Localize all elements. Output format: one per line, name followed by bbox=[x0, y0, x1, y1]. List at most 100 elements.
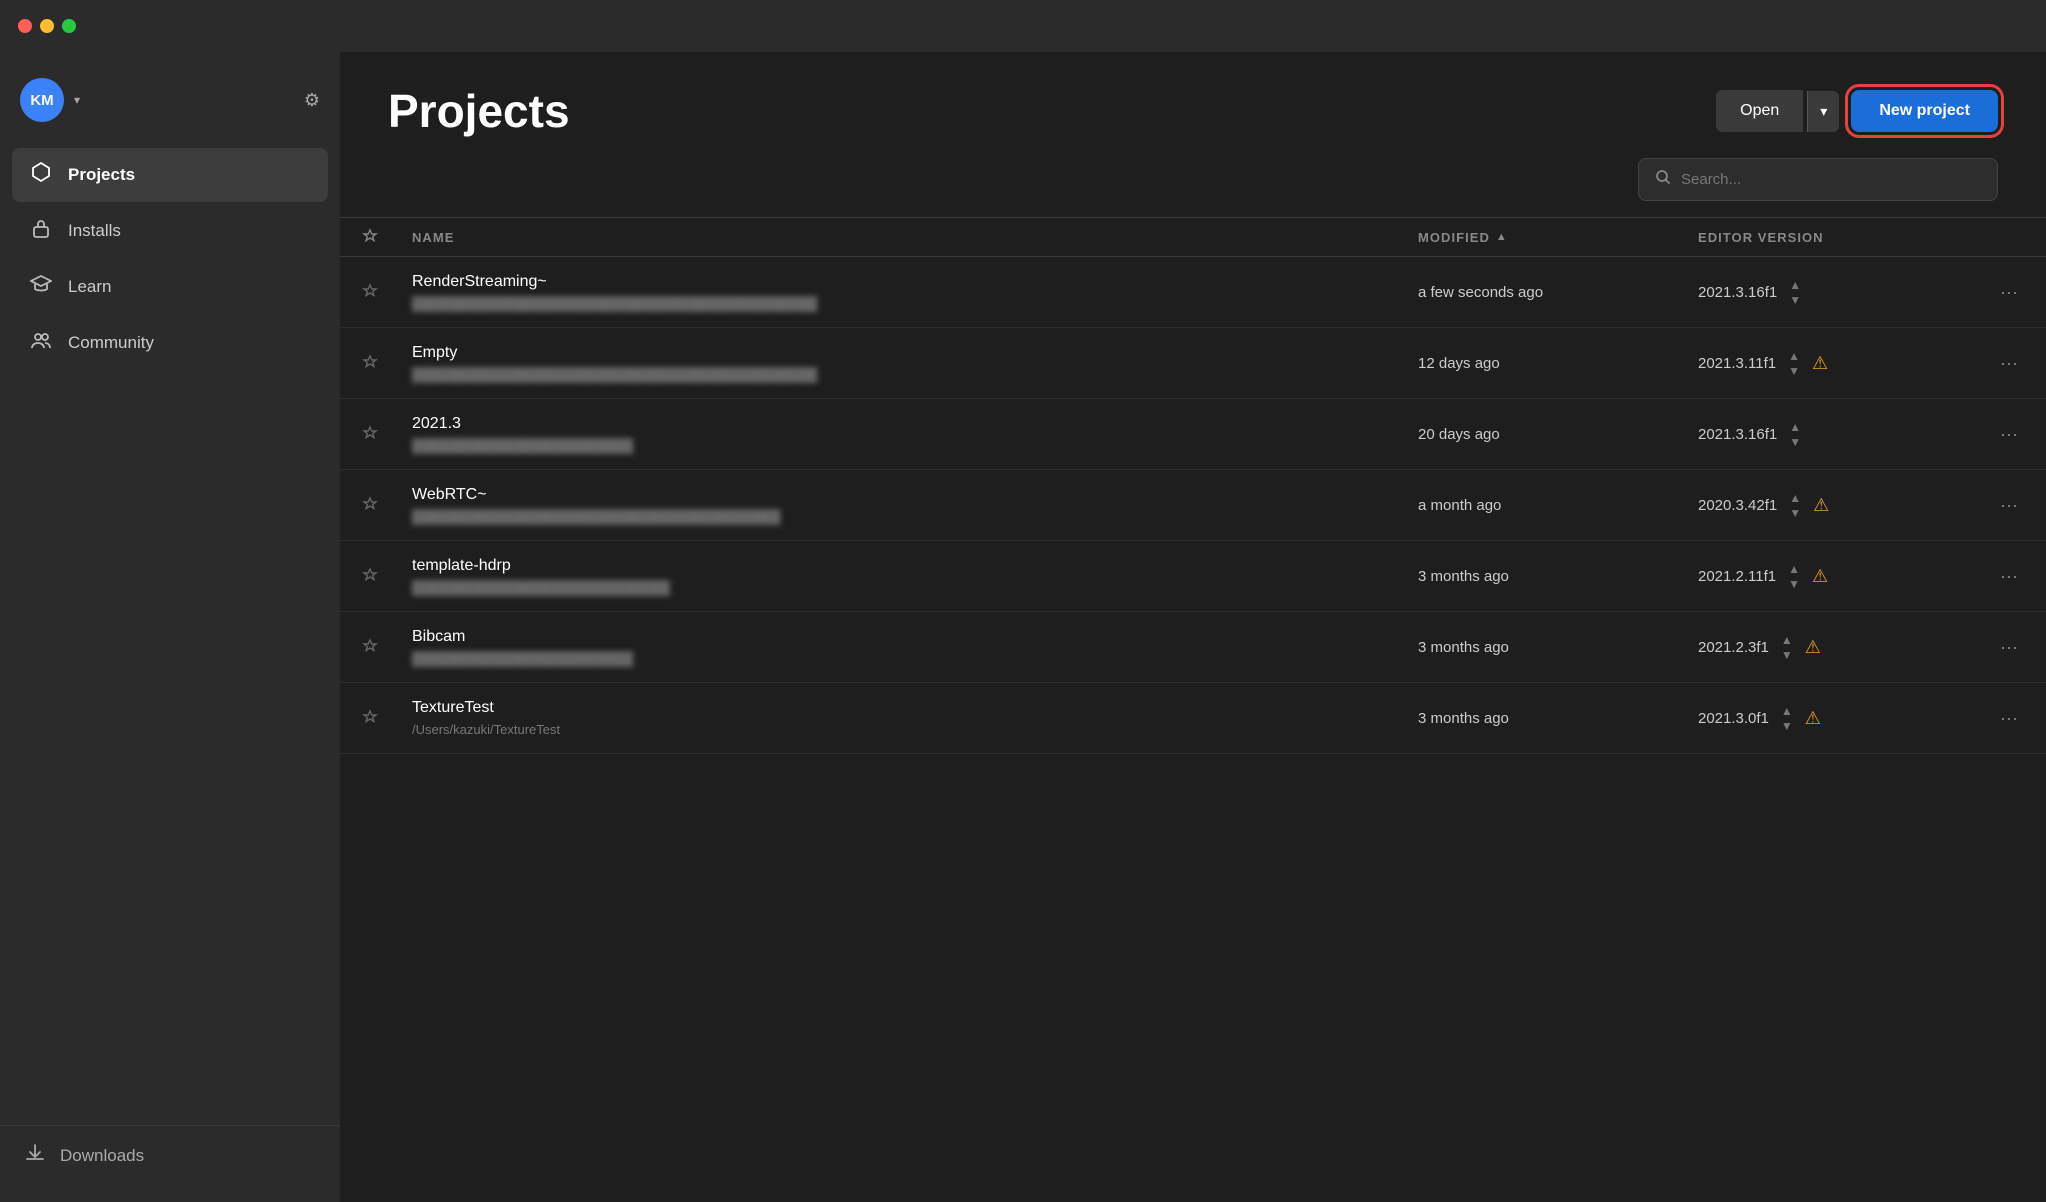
actions-cell: ··· bbox=[1986, 349, 2046, 378]
table-header: NAME MODIFIED ▲ EDITOR VERSION bbox=[340, 217, 2046, 257]
actions-cell: ··· bbox=[1986, 633, 2046, 662]
table-row[interactable]: 2021.3 ████████████████████████ 20 days … bbox=[340, 399, 2046, 470]
version-arrows[interactable]: ▲▼ bbox=[1789, 491, 1801, 520]
project-name-cell: 2021.3 ████████████████████████ bbox=[400, 415, 1406, 453]
sidebar-label-projects: Projects bbox=[68, 165, 135, 185]
installs-icon bbox=[28, 217, 54, 245]
sidebar-bottom: Downloads bbox=[0, 1125, 340, 1186]
more-button[interactable]: ··· bbox=[1992, 704, 2026, 733]
project-name-cell: WebRTC~ ████████████████████████████████… bbox=[400, 486, 1406, 524]
gear-icon[interactable]: ⚙ bbox=[304, 90, 320, 111]
more-button[interactable]: ··· bbox=[1992, 278, 2026, 307]
sidebar-item-installs[interactable]: Installs bbox=[12, 204, 328, 258]
sidebar-label-community: Community bbox=[68, 333, 154, 353]
project-path: /Users/kazuki/TextureTest bbox=[412, 722, 1394, 737]
warning-icon: ⚠ bbox=[1805, 708, 1821, 729]
more-button[interactable]: ··· bbox=[1992, 349, 2026, 378]
search-icon bbox=[1655, 169, 1671, 190]
user-section: KM ▾ ⚙ bbox=[0, 68, 340, 132]
version-arrows[interactable]: ▲▼ bbox=[1789, 278, 1801, 307]
minimize-button[interactable] bbox=[40, 19, 54, 33]
main-content: Projects Open ▾ New project bbox=[340, 52, 2046, 1202]
star-cell[interactable] bbox=[340, 567, 400, 585]
project-name: Empty bbox=[412, 344, 1394, 362]
project-name-cell: Empty ██████████████████████████████████… bbox=[400, 344, 1406, 382]
modified-cell: a few seconds ago bbox=[1406, 284, 1686, 301]
header-actions: Open ▾ New project bbox=[1716, 90, 1998, 132]
project-name: TextureTest bbox=[412, 699, 1394, 717]
project-name-cell: Bibcam ████████████████████████ bbox=[400, 628, 1406, 666]
version-arrows[interactable]: ▲▼ bbox=[1789, 420, 1801, 449]
sidebar-label-installs: Installs bbox=[68, 221, 121, 241]
actions-cell: ··· bbox=[1986, 278, 2046, 307]
table-row[interactable]: TextureTest /Users/kazuki/TextureTest 3 … bbox=[340, 683, 2046, 754]
avatar[interactable]: KM bbox=[20, 78, 64, 122]
project-path: ████████████████████████████████████████… bbox=[412, 296, 1394, 311]
version-cell: 2021.3.16f1 ▲▼ bbox=[1686, 278, 1986, 307]
warning-icon: ⚠ bbox=[1812, 566, 1828, 587]
search-input[interactable] bbox=[1681, 171, 1981, 188]
actions-cell: ··· bbox=[1986, 420, 2046, 449]
version-arrows[interactable]: ▲▼ bbox=[1788, 349, 1800, 378]
table-row[interactable]: template-hdrp ██████████████████████████… bbox=[340, 541, 2046, 612]
more-button[interactable]: ··· bbox=[1992, 491, 2026, 520]
star-cell[interactable] bbox=[340, 496, 400, 514]
sidebar-item-learn[interactable]: Learn bbox=[12, 260, 328, 314]
star-cell[interactable] bbox=[340, 425, 400, 443]
warning-icon: ⚠ bbox=[1812, 353, 1828, 374]
learn-icon bbox=[28, 273, 54, 301]
actions-cell: ··· bbox=[1986, 562, 2046, 591]
version-arrows[interactable]: ▲▼ bbox=[1781, 704, 1793, 733]
projects-table: NAME MODIFIED ▲ EDITOR VERSION RenderStr… bbox=[340, 217, 2046, 1202]
community-icon bbox=[28, 329, 54, 357]
sidebar-nav: Projects Installs Learn bbox=[0, 148, 340, 1125]
modified-cell: a month ago bbox=[1406, 497, 1686, 514]
star-cell[interactable] bbox=[340, 709, 400, 727]
version-cell: 2020.3.42f1 ▲▼ ⚠ bbox=[1686, 491, 1986, 520]
sidebar-item-community[interactable]: Community bbox=[12, 316, 328, 370]
version-arrows[interactable]: ▲▼ bbox=[1788, 562, 1800, 591]
star-cell[interactable] bbox=[340, 354, 400, 372]
version-arrows[interactable]: ▲▼ bbox=[1781, 633, 1793, 662]
open-button[interactable]: Open bbox=[1716, 90, 1803, 132]
version-cell: 2021.3.16f1 ▲▼ bbox=[1686, 420, 1986, 449]
project-name-cell: template-hdrp ██████████████████████████… bbox=[400, 557, 1406, 595]
table-row[interactable]: Empty ██████████████████████████████████… bbox=[340, 328, 2046, 399]
project-name: Bibcam bbox=[412, 628, 1394, 646]
user-chevron-icon[interactable]: ▾ bbox=[74, 93, 80, 107]
new-project-button[interactable]: New project bbox=[1851, 90, 1998, 132]
downloads-icon bbox=[24, 1142, 46, 1170]
modified-cell: 3 months ago bbox=[1406, 710, 1686, 727]
project-name: template-hdrp bbox=[412, 557, 1394, 575]
more-button[interactable]: ··· bbox=[1992, 420, 2026, 449]
sidebar-item-downloads[interactable]: Downloads bbox=[24, 1142, 316, 1170]
modified-cell: 12 days ago bbox=[1406, 355, 1686, 372]
chevron-down-icon: ▾ bbox=[1820, 103, 1827, 119]
more-button[interactable]: ··· bbox=[1992, 562, 2026, 591]
table-row[interactable]: Bibcam ████████████████████████ 3 months… bbox=[340, 612, 2046, 683]
downloads-label: Downloads bbox=[60, 1146, 144, 1166]
table-row[interactable]: RenderStreaming~ ███████████████████████… bbox=[340, 257, 2046, 328]
table-row[interactable]: WebRTC~ ████████████████████████████████… bbox=[340, 470, 2046, 541]
main-header: Projects Open ▾ New project bbox=[340, 52, 2046, 158]
sidebar: KM ▾ ⚙ Projects Installs bbox=[0, 52, 340, 1202]
project-path: ████████████████████████ bbox=[412, 651, 1394, 666]
more-button[interactable]: ··· bbox=[1992, 633, 2026, 662]
open-chevron-button[interactable]: ▾ bbox=[1807, 91, 1839, 132]
col-actions-header bbox=[1986, 228, 2046, 246]
actions-cell: ··· bbox=[1986, 704, 2046, 733]
project-name: WebRTC~ bbox=[412, 486, 1394, 504]
col-modified-header[interactable]: MODIFIED ▲ bbox=[1406, 228, 1686, 246]
version-cell: 2021.2.3f1 ▲▼ ⚠ bbox=[1686, 633, 1986, 662]
maximize-button[interactable] bbox=[62, 19, 76, 33]
version-cell: 2021.3.0f1 ▲▼ ⚠ bbox=[1686, 704, 1986, 733]
project-name: RenderStreaming~ bbox=[412, 273, 1394, 291]
sidebar-item-projects[interactable]: Projects bbox=[12, 148, 328, 202]
project-name-cell: TextureTest /Users/kazuki/TextureTest bbox=[400, 699, 1406, 737]
star-cell[interactable] bbox=[340, 638, 400, 656]
star-cell[interactable] bbox=[340, 283, 400, 301]
close-button[interactable] bbox=[18, 19, 32, 33]
projects-icon bbox=[28, 161, 54, 189]
project-name: 2021.3 bbox=[412, 415, 1394, 433]
modified-cell: 20 days ago bbox=[1406, 426, 1686, 443]
